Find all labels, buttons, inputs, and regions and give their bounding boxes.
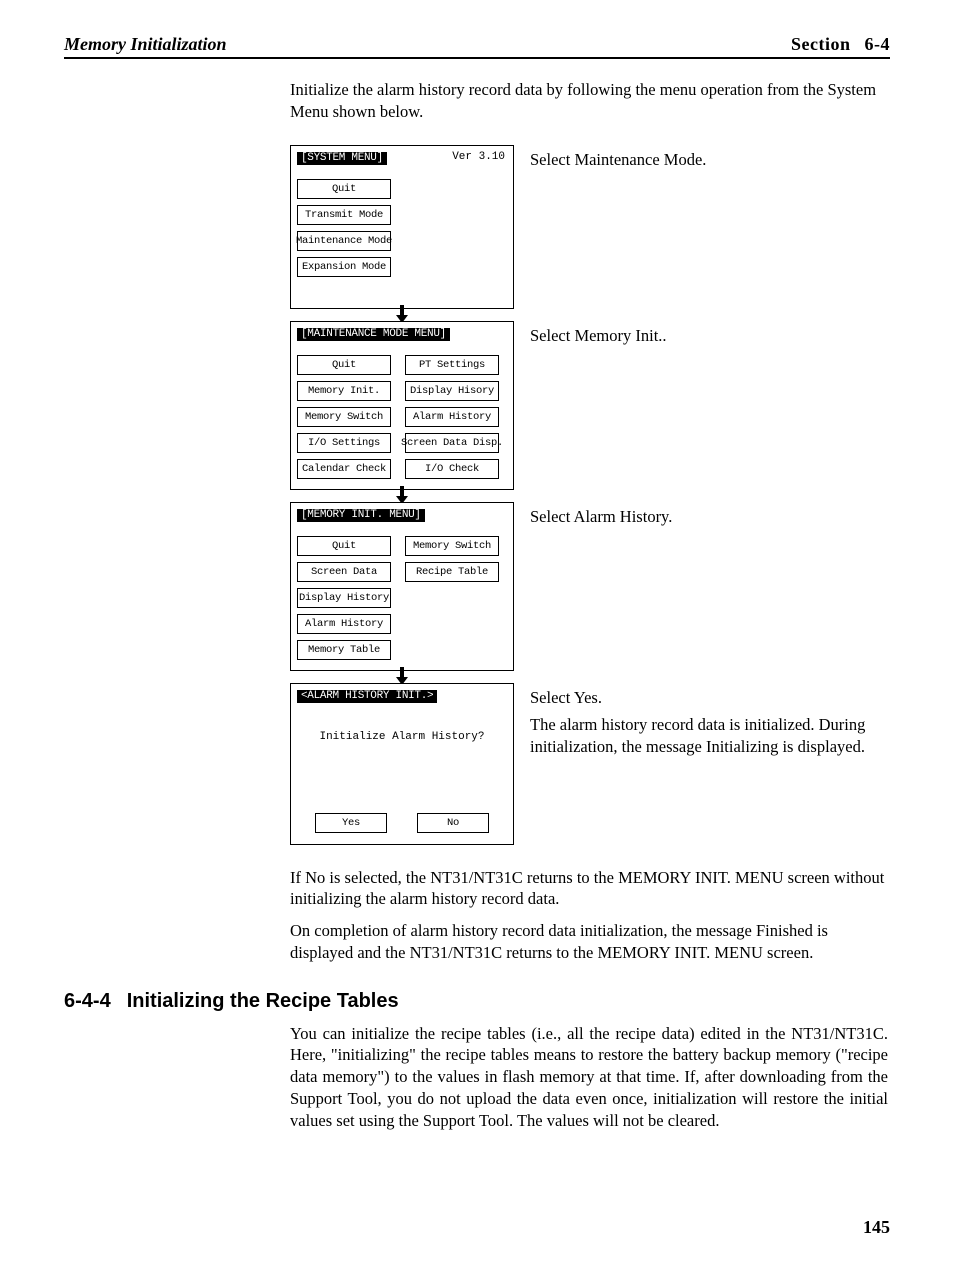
alarm-history-button[interactable]: Alarm History — [405, 407, 499, 427]
io-settings-button[interactable]: I/O Settings — [297, 433, 391, 453]
transmit-mode-button[interactable]: Transmit Mode — [297, 205, 391, 225]
maintenance-mode-button[interactable]: Maintenance Mode — [297, 231, 391, 251]
screen-title: <ALARM HISTORY INIT.> — [297, 690, 437, 703]
intro-paragraph: Initialize the alarm history record data… — [290, 79, 888, 123]
step-description: Select Memory Init.. — [530, 325, 888, 347]
version-label: Ver 3.10 — [452, 151, 505, 163]
button-grid: Quit PT Settings Memory Init. Display Hi… — [297, 355, 507, 479]
no-button[interactable]: No — [417, 813, 489, 833]
quit-button[interactable]: Quit — [297, 179, 391, 199]
memory-init-button[interactable]: Memory Init. — [297, 381, 391, 401]
page: Memory Initialization Section 6-4 Initial… — [0, 0, 954, 1268]
screen-system-menu: [SYSTEM MENU] Ver 3.10 Quit Transmit Mod… — [290, 145, 514, 309]
confirm-buttons: Yes No — [297, 813, 507, 833]
confirm-question: Initialize Alarm History? — [297, 731, 507, 743]
header-right: Section 6-4 — [791, 34, 890, 55]
page-number: 145 — [863, 1217, 890, 1238]
step-description: Select Yes. The alarm history record dat… — [530, 687, 888, 758]
step-maintenance-menu: [MAINTENANCE MODE MENU] Quit PT Settings… — [290, 321, 888, 490]
page-header: Memory Initialization Section 6-4 — [64, 34, 890, 59]
flow-arrow-row — [290, 490, 514, 502]
subsection-body: You can initialize the recipe tables (i.… — [290, 1023, 888, 1132]
screen-title: [MAINTENANCE MODE MENU] — [297, 328, 450, 341]
screen-title: [SYSTEM MENU] — [297, 152, 387, 165]
yes-button[interactable]: Yes — [315, 813, 387, 833]
subsection-heading: 6-4-4 Initializing the Recipe Tables — [64, 990, 890, 1013]
screen-data-button[interactable]: Screen Data — [297, 562, 391, 582]
display-history-button[interactable]: Display Hisory — [405, 381, 499, 401]
subsection-number: 6-4-4 — [64, 990, 111, 1013]
after-paragraph-1: If No is selected, the NT31/NT31C return… — [290, 867, 888, 911]
memory-switch-button[interactable]: Memory Switch — [297, 407, 391, 427]
step-desc-line1: Select Yes. — [530, 687, 888, 709]
memory-table-button[interactable]: Memory Table — [297, 640, 391, 660]
section-label: Section — [791, 34, 851, 54]
screen-memory-init-menu: [MEMORY INIT. MENU] Quit Memory Switch S… — [290, 502, 514, 671]
screen-data-disp-button[interactable]: Screen Data Disp. — [405, 433, 499, 453]
calendar-check-button[interactable]: Calendar Check — [297, 459, 391, 479]
header-left: Memory Initialization — [64, 34, 227, 55]
body-column: Initialize the alarm history record data… — [290, 79, 888, 964]
pt-settings-button[interactable]: PT Settings — [405, 355, 499, 375]
step-description: Select Maintenance Mode. — [530, 149, 888, 171]
step-alarm-history-init: <ALARM HISTORY INIT.> Initialize Alarm H… — [290, 683, 888, 845]
quit-button[interactable]: Quit — [297, 536, 391, 556]
body-column: You can initialize the recipe tables (i.… — [290, 1023, 888, 1132]
flow-arrow-row — [290, 671, 514, 683]
flow-arrow-row — [290, 309, 514, 321]
recipe-table-button[interactable]: Recipe Table — [405, 562, 499, 582]
screen-maintenance-menu: [MAINTENANCE MODE MENU] Quit PT Settings… — [290, 321, 514, 490]
step-memory-init-menu: [MEMORY INIT. MENU] Quit Memory Switch S… — [290, 502, 888, 671]
screen-title: [MEMORY INIT. MENU] — [297, 509, 425, 522]
button-grid: Quit Memory Switch Screen Data Recipe Ta… — [297, 536, 507, 660]
step-system-menu: [SYSTEM MENU] Ver 3.10 Quit Transmit Mod… — [290, 145, 888, 309]
section-number: 6-4 — [865, 34, 891, 54]
quit-button[interactable]: Quit — [297, 355, 391, 375]
step-description: Select Alarm History. — [530, 506, 888, 528]
display-history-button[interactable]: Display History — [297, 588, 391, 608]
expansion-mode-button[interactable]: Expansion Mode — [297, 257, 391, 277]
menu-flow: [SYSTEM MENU] Ver 3.10 Quit Transmit Mod… — [290, 145, 888, 845]
memory-switch-button[interactable]: Memory Switch — [405, 536, 499, 556]
step-desc-line2: The alarm history record data is initial… — [530, 714, 888, 758]
button-grid: Quit Transmit Mode Maintenance Mode Expa… — [297, 179, 507, 277]
after-paragraph-2: On completion of alarm history record da… — [290, 920, 888, 964]
alarm-history-button[interactable]: Alarm History — [297, 614, 391, 634]
io-check-button[interactable]: I/O Check — [405, 459, 499, 479]
screen-alarm-history-init: <ALARM HISTORY INIT.> Initialize Alarm H… — [290, 683, 514, 845]
subsection-title: Initializing the Recipe Tables — [127, 990, 399, 1013]
